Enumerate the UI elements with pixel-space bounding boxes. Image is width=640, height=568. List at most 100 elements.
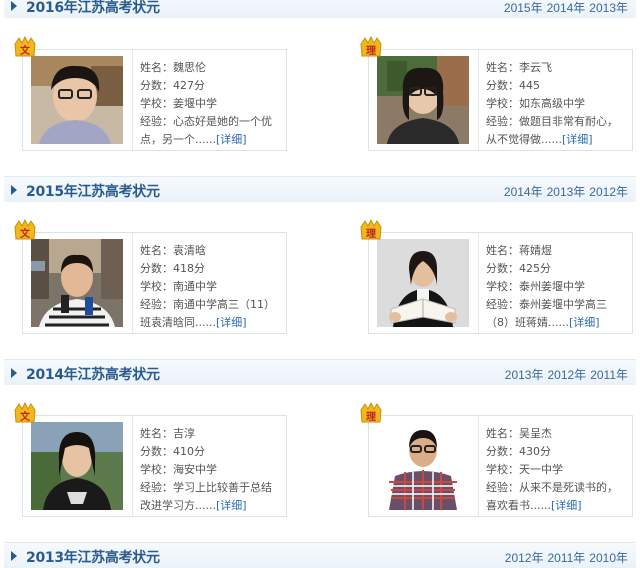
year-link[interactable]: 2015年 bbox=[504, 1, 543, 15]
photo-frame bbox=[23, 50, 133, 150]
scholar-card[interactable]: 姓名：吉淳 分数：410分 学校：海安中学 经验：学习上比较善于总结 改进学习方… bbox=[22, 415, 287, 517]
science-badge-icon: 理 bbox=[359, 401, 383, 424]
scholar-experience-cont: 点，另一个......[详细] bbox=[140, 133, 247, 146]
detail-link[interactable]: [详细] bbox=[216, 316, 247, 329]
scholar-experience-cont: 从不觉得做......[详细] bbox=[486, 133, 593, 146]
section-2016: 2016年江苏高考状元 2015年 2014年 2013年 bbox=[0, 0, 640, 18]
scholar-info: 姓名：蒋婧煜 分数：425分 学校：泰州姜堰中学 经验：泰州姜堰中学高三 （8）… bbox=[486, 242, 631, 332]
scholar-school: 学校：姜堰中学 bbox=[140, 97, 217, 110]
scholar-name: 姓名：吴呈杰 bbox=[486, 427, 552, 440]
scholar-school: 学校：如东高级中学 bbox=[486, 97, 585, 110]
section-title[interactable]: 2015年江苏高考状元 bbox=[26, 181, 160, 201]
scholar-info: 姓名：吉淳 分数：410分 学校：海安中学 经验：学习上比较善于总结 改进学习方… bbox=[140, 425, 285, 515]
scholar-experience-cont: 改进学习方......[详细] bbox=[140, 499, 247, 512]
scholar-score: 分数：410分 bbox=[140, 445, 205, 458]
year-link[interactable]: 2014年 bbox=[547, 1, 586, 15]
scholar-name: 姓名：吉淳 bbox=[140, 427, 195, 440]
student-photo[interactable] bbox=[31, 56, 123, 144]
student-photo[interactable] bbox=[31, 239, 123, 327]
year-link[interactable]: 2013年 bbox=[589, 1, 628, 15]
student-photo[interactable] bbox=[377, 422, 469, 510]
science-badge-icon: 理 bbox=[359, 218, 383, 241]
section-header: 2014年江苏高考状元 2013年 2012年 2011年 bbox=[4, 359, 636, 385]
scholar-score: 分数：425分 bbox=[486, 262, 551, 275]
section-header: 2015年江苏高考状元 2014年 2013年 2012年 bbox=[4, 176, 636, 202]
scholar-name: 姓名：蒋婧煜 bbox=[486, 244, 552, 257]
scholar-school: 学校：泰州姜堰中学 bbox=[486, 280, 585, 293]
section-2015: 2015年江苏高考状元 2014年 2013年 2012年 bbox=[0, 176, 640, 202]
scholar-school: 学校：天一中学 bbox=[486, 463, 563, 476]
detail-link[interactable]: [详细] bbox=[216, 499, 247, 512]
scholar-name: 姓名：魏思伦 bbox=[140, 61, 206, 74]
svg-text:文: 文 bbox=[20, 44, 31, 57]
scholar-experience: 经验：学习上比较善于总结 bbox=[140, 481, 272, 494]
scholar-experience: 经验：南通中学高三（11） bbox=[140, 298, 275, 311]
scholar-score: 分数：430分 bbox=[486, 445, 551, 458]
section-title[interactable]: 2013年江苏高考状元 bbox=[26, 547, 160, 567]
year-link[interactable]: 2014年 bbox=[504, 185, 543, 199]
scholar-card[interactable]: 姓名：吴呈杰 分数：430分 学校：天一中学 经验：从来不是死读书的， 喜欢看书… bbox=[368, 415, 633, 517]
photo-frame bbox=[369, 416, 479, 516]
svg-text:理: 理 bbox=[366, 45, 376, 57]
scholar-experience: 经验：做题目非常有耐心， bbox=[486, 115, 618, 128]
scholar-school: 学校：海安中学 bbox=[140, 463, 217, 476]
section-title[interactable]: 2014年江苏高考状元 bbox=[26, 364, 160, 384]
scholar-name: 姓名：李云飞 bbox=[486, 61, 552, 74]
section-title[interactable]: 2016年江苏高考状元 bbox=[26, 0, 160, 17]
science-badge-icon: 理 bbox=[359, 35, 383, 58]
detail-link[interactable]: [详细] bbox=[562, 133, 593, 146]
student-photo[interactable] bbox=[377, 239, 469, 327]
scholar-experience-cont: （8）班蒋婧......[详细] bbox=[486, 316, 600, 329]
scholar-card[interactable]: 姓名：蒋婧煜 分数：425分 学校：泰州姜堰中学 经验：泰州姜堰中学高三 （8）… bbox=[368, 232, 633, 334]
photo-frame bbox=[23, 416, 133, 516]
section-2014: 2014年江苏高考状元 2013年 2012年 2011年 bbox=[0, 359, 640, 385]
liberal-arts-badge-icon: 文 bbox=[13, 218, 37, 241]
detail-link[interactable]: [详细] bbox=[216, 133, 247, 146]
year-link[interactable]: 2012年 bbox=[547, 368, 586, 382]
triangle-icon bbox=[11, 185, 17, 195]
scholar-card[interactable]: 姓名：袁清晗 分数：418分 学校：南通中学 经验：南通中学高三（11） 班袁清… bbox=[22, 232, 287, 334]
photo-frame bbox=[23, 233, 133, 333]
year-link[interactable]: 2013年 bbox=[547, 185, 586, 199]
year-link[interactable]: 2013年 bbox=[505, 368, 544, 382]
year-link[interactable]: 2011年 bbox=[590, 368, 628, 382]
scholar-name: 姓名：袁清晗 bbox=[140, 244, 206, 257]
scholar-info: 姓名：魏思伦 分数：427分 学校：姜堰中学 经验：心态好是她的一个优 点，另一… bbox=[140, 59, 285, 149]
year-links: 2012年 2011年 2010年 bbox=[501, 549, 628, 566]
liberal-arts-badge-icon: 文 bbox=[13, 35, 37, 58]
triangle-icon bbox=[11, 1, 17, 11]
scholar-experience: 经验：心态好是她的一个优 bbox=[140, 115, 272, 128]
scholar-experience-cont: 喜欢看书......[详细] bbox=[486, 499, 582, 512]
svg-text:文: 文 bbox=[20, 227, 31, 240]
scholar-score: 分数：418分 bbox=[140, 262, 205, 275]
scholar-score: 分数：427分 bbox=[140, 79, 205, 92]
scholar-info: 姓名：袁清晗 分数：418分 学校：南通中学 经验：南通中学高三（11） 班袁清… bbox=[140, 242, 285, 332]
year-link[interactable]: 2012年 bbox=[589, 185, 628, 199]
section-header: 2016年江苏高考状元 2015年 2014年 2013年 bbox=[4, 0, 636, 18]
student-photo[interactable] bbox=[31, 422, 123, 510]
detail-link[interactable]: [详细] bbox=[551, 499, 582, 512]
triangle-icon bbox=[11, 368, 17, 378]
triangle-icon bbox=[11, 551, 17, 561]
svg-text:理: 理 bbox=[366, 228, 376, 240]
section-header: 2013年江苏高考状元 2012年 2011年 2010年 bbox=[4, 542, 636, 568]
year-links: 2014年 2013年 2012年 bbox=[500, 183, 628, 200]
year-links: 2013年 2012年 2011年 bbox=[501, 366, 628, 383]
liberal-arts-badge-icon: 文 bbox=[13, 401, 37, 424]
scholar-info: 姓名：吴呈杰 分数：430分 学校：天一中学 经验：从来不是死读书的， 喜欢看书… bbox=[486, 425, 631, 515]
scholar-experience-cont: 班袁清晗同......[详细] bbox=[140, 316, 247, 329]
scholar-card[interactable]: 姓名：魏思伦 分数：427分 学校：姜堰中学 经验：心态好是她的一个优 点，另一… bbox=[22, 49, 287, 151]
scholar-experience: 经验：从来不是死读书的， bbox=[486, 481, 618, 494]
photo-frame bbox=[369, 50, 479, 150]
scholar-experience: 经验：泰州姜堰中学高三 bbox=[486, 298, 607, 311]
svg-text:文: 文 bbox=[20, 410, 31, 423]
student-photo[interactable] bbox=[377, 56, 469, 144]
detail-link[interactable]: [详细] bbox=[569, 316, 600, 329]
photo-frame bbox=[369, 233, 479, 333]
section-2013: 2013年江苏高考状元 2012年 2011年 2010年 bbox=[0, 542, 640, 568]
scholar-card[interactable]: 姓名：李云飞 分数：445 学校：如东高级中学 经验：做题目非常有耐心， 从不觉… bbox=[368, 49, 633, 151]
svg-text:理: 理 bbox=[366, 411, 376, 423]
scholar-score: 分数：445 bbox=[486, 79, 540, 92]
scholar-school: 学校：南通中学 bbox=[140, 280, 217, 293]
year-links: 2015年 2014年 2013年 bbox=[500, 0, 628, 16]
